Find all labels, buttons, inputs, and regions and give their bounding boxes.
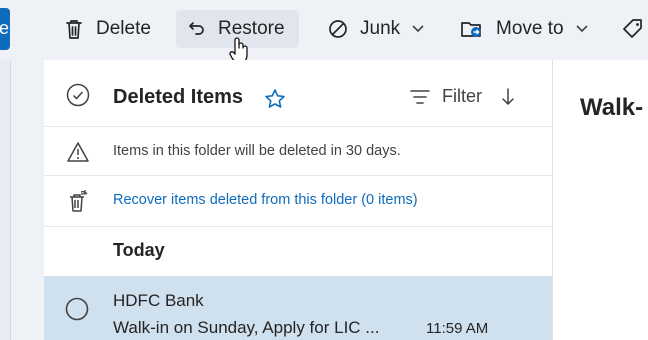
favorite-star-icon[interactable] [264, 88, 286, 110]
junk-button[interactable]: Junk [322, 10, 430, 48]
message-sender: HDFC Bank [113, 291, 204, 310]
junk-label: Junk [360, 18, 401, 39]
folder-move-icon [461, 22, 481, 37]
move-to-label: Move to [496, 18, 564, 39]
chevron-down-icon [576, 25, 588, 33]
retention-notice-text: Items in this folder will be deleted in … [113, 143, 401, 159]
message-select-checkbox-icon[interactable] [65, 297, 89, 321]
move-to-button[interactable]: Move to [454, 10, 594, 48]
tag-icon [623, 19, 642, 38]
chevron-down-icon [412, 25, 424, 33]
restore-label: Restore [218, 18, 285, 39]
tag-button[interactable] [622, 10, 644, 48]
new-mail-button[interactable]: e [0, 8, 10, 50]
reading-pane: Walk- [552, 60, 648, 340]
command-toolbar: e Delete Restore Junk Move to [0, 0, 648, 64]
recover-trash-icon [70, 190, 88, 212]
message-subject: Walk-in on Sunday, Apply for LIC ... [113, 318, 380, 337]
retention-notice: Items in this folder will be deleted in … [44, 127, 552, 176]
filter-label: Filter [442, 86, 482, 106]
new-mail-label: e [0, 18, 10, 38]
message-row[interactable]: HDFC Bank Walk-in on Sunday, Apply for L… [44, 276, 552, 340]
navigation-strip [0, 60, 11, 340]
group-header-today: Today [113, 240, 165, 260]
filter-icon [410, 89, 430, 104]
block-icon [329, 20, 347, 38]
warning-icon [67, 142, 89, 162]
sort-arrow-icon[interactable] [500, 87, 516, 107]
recover-items-link[interactable]: Recover items deleted from this folder (… [113, 192, 418, 208]
delete-label: Delete [96, 18, 151, 39]
delete-button[interactable]: Delete [58, 10, 157, 48]
undo-icon [189, 22, 204, 35]
message-list-pane: Deleted Items Filter Items in this folde… [44, 60, 552, 340]
recover-items-row[interactable]: Recover items deleted from this folder (… [44, 176, 552, 227]
filter-button[interactable]: Filter [410, 86, 516, 107]
trash-icon [66, 20, 82, 39]
message-time: 11:59 AM [426, 320, 489, 337]
folder-header: Deleted Items Filter [44, 60, 552, 127]
folder-title: Deleted Items [113, 86, 244, 108]
reading-pane-title: Walk- [580, 94, 644, 121]
select-all-checkbox-icon[interactable] [66, 83, 90, 107]
